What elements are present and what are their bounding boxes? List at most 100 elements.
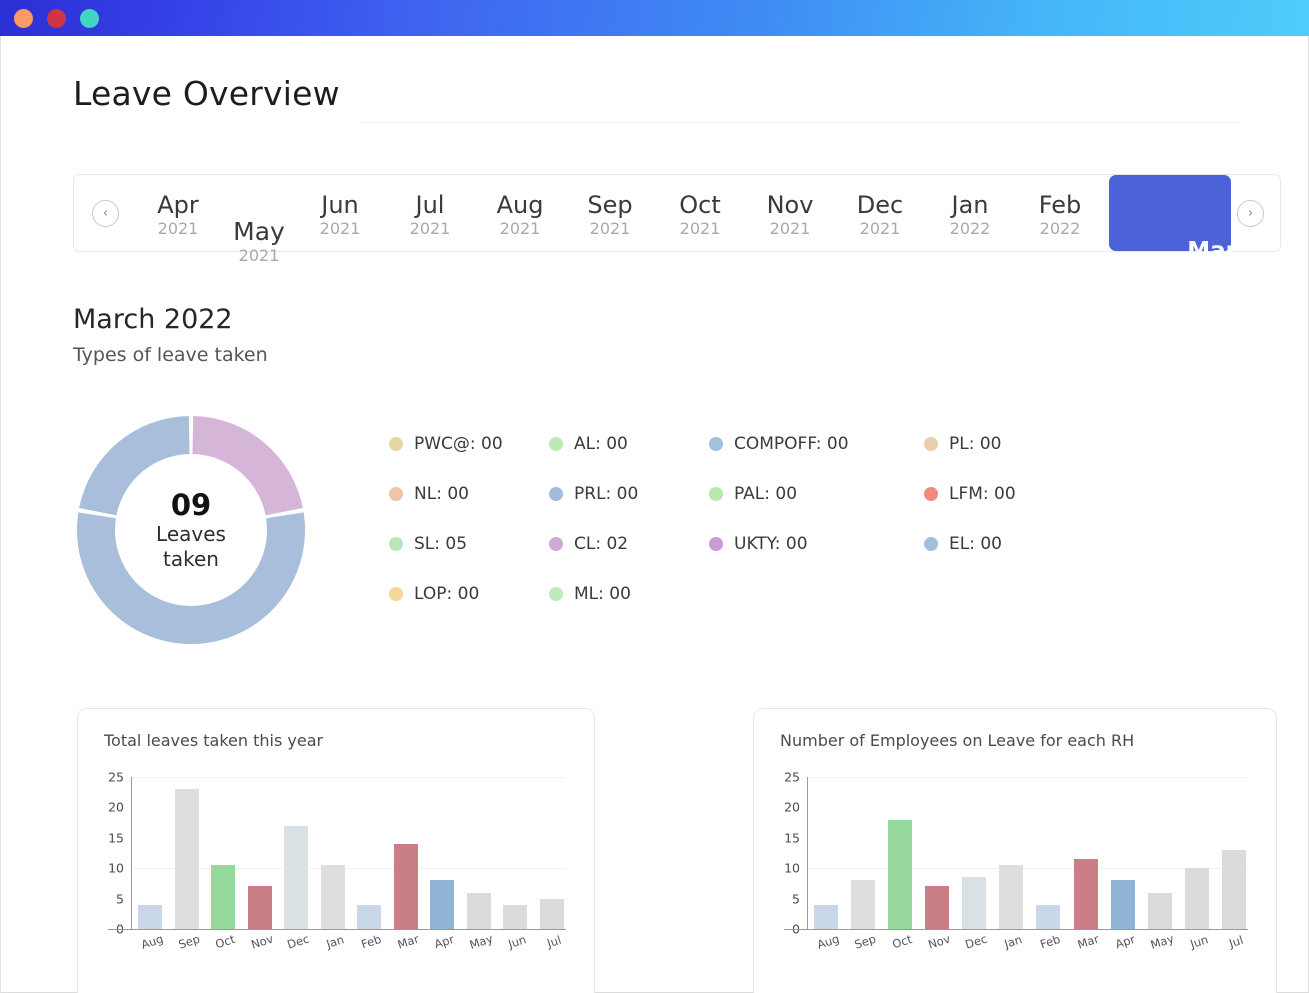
bar-feb[interactable] [1036, 904, 1061, 929]
month-item-jul[interactable]: Jul 2021 [385, 175, 475, 239]
legend-label: CL: 02 [574, 534, 629, 554]
bar-jun[interactable] [503, 904, 528, 929]
month-list: Apr 2021 May 2021 Jun 2021 Jul 2021 Aug 2021 Sep 20… [119, 175, 1237, 265]
month-item-dec[interactable]: Dec 2021 [835, 175, 925, 239]
donut-segment-other[interactable] [79, 416, 190, 516]
x-tick-label: Nov [926, 931, 953, 952]
x-tick-label: Aug [139, 931, 166, 952]
month-item-jun[interactable]: Jun 2021 [295, 175, 385, 239]
legend-label: UKTY: 00 [734, 534, 808, 554]
legend-dot-icon [549, 487, 563, 501]
legend-dot-icon [549, 437, 563, 451]
bar-oct[interactable] [888, 819, 913, 929]
month-item-may[interactable]: May 2021 [223, 175, 295, 266]
bar-mar[interactable] [1073, 859, 1098, 929]
bar-jan[interactable] [999, 865, 1024, 929]
bar-sep[interactable] [851, 880, 876, 929]
legend-item-compoff[interactable]: COMPOFF: 00 [709, 434, 924, 454]
legend-dot-icon [709, 487, 723, 501]
month-item-feb[interactable]: Feb 2022 [1015, 175, 1105, 239]
legend-item-cl[interactable]: CL: 02 [549, 534, 709, 554]
bar-apr[interactable] [1110, 880, 1135, 929]
month-selector: ‹ Apr 2021 May 2021 Jun 2021 Jul 2021 Aug 2021 Sep… [73, 174, 1281, 265]
month-item-aug[interactable]: Aug 2021 [475, 175, 565, 239]
x-tick-label: Aug [815, 931, 842, 952]
bar-mar[interactable] [393, 843, 418, 929]
employees-on-leave-card: Number of Employees on Leave for each RH… [753, 708, 1277, 993]
bar-may[interactable] [466, 892, 491, 929]
bar-sep[interactable] [174, 789, 199, 929]
x-axis-labels: Aug Sep Oct Nov Dec Jan Feb Mar Apr May Jun Jul [138, 931, 564, 952]
x-tick-label: Jul [545, 932, 563, 951]
legend-item-prl[interactable]: PRL: 00 [549, 484, 709, 504]
x-tick-label: Oct [890, 931, 914, 952]
month-item-jan[interactable]: Jan 2022 [925, 175, 1015, 239]
month-label: Apr [157, 191, 199, 219]
x-tick-label: Jul [1227, 932, 1245, 951]
month-label: Jul [415, 191, 445, 219]
bar-dec[interactable] [284, 825, 309, 929]
bar-apr[interactable] [430, 880, 455, 929]
x-tick-label: Jun [506, 932, 529, 952]
month-item-apr[interactable]: Apr 2021 [133, 175, 223, 239]
y-tick-label: 25 [784, 769, 800, 785]
legend-item-pal[interactable]: PAL: 00 [709, 484, 924, 504]
y-axis: 0510152025 [774, 770, 804, 937]
year-label: 2021 [238, 246, 280, 266]
legend-label: EL: 00 [949, 534, 1002, 554]
legend-item-el[interactable]: EL: 00 [924, 534, 1069, 554]
legend-label: PWC@: 00 [414, 434, 503, 454]
bar-jul[interactable] [539, 898, 564, 929]
x-tick-label: Apr [432, 931, 457, 952]
x-tick-label: May [1148, 931, 1176, 952]
bar-jul[interactable] [1221, 849, 1246, 929]
month-item-sep[interactable]: Sep 2021 [565, 175, 655, 239]
month-item-mar[interactable]: Mar [1109, 175, 1237, 263]
bar-column [1221, 777, 1246, 929]
year-label: 2021 [589, 219, 631, 239]
chevron-right-icon[interactable]: › [1237, 199, 1264, 227]
bar-jun[interactable] [1184, 868, 1209, 929]
month-label: Nov [766, 191, 814, 219]
legend-item-pwc[interactable]: PWC@: 00 [389, 434, 549, 454]
legend-item-ml[interactable]: ML: 00 [549, 584, 709, 604]
donut-segment-cl[interactable] [192, 416, 303, 516]
bar-aug[interactable] [814, 904, 838, 929]
legend-item-al[interactable]: AL: 00 [549, 434, 709, 454]
month-item-nov[interactable]: Nov 2021 [745, 175, 835, 239]
x-axis-line [108, 929, 566, 930]
legend-dot-icon [389, 537, 403, 551]
bar-feb[interactable] [357, 904, 382, 929]
bar-oct[interactable] [211, 865, 236, 929]
month-label: Oct [679, 191, 721, 219]
legend-label: AL: 00 [574, 434, 628, 454]
month-label: Jan [951, 191, 989, 219]
maximize-dot-icon[interactable] [80, 8, 99, 28]
legend-item-lop[interactable]: LOP: 00 [389, 584, 549, 604]
legend-item-lfm[interactable]: LFM: 00 [924, 484, 1069, 504]
bar-group [138, 777, 564, 929]
minimize-dot-icon[interactable] [47, 8, 66, 28]
page-title: Leave Overview [73, 74, 340, 113]
bar-nov[interactable] [247, 886, 272, 929]
month-item-oct[interactable]: Oct 2021 [655, 175, 745, 239]
legend-item-sl[interactable]: SL: 05 [389, 534, 549, 554]
donut-segment-sl[interactable] [76, 512, 305, 645]
chevron-left-icon[interactable]: ‹ [92, 199, 119, 227]
legend-item-pl[interactable]: PL: 00 [924, 434, 1069, 454]
legend-item-nl[interactable]: NL: 00 [389, 484, 549, 504]
legend-item-ukty[interactable]: UKTY: 00 [709, 534, 924, 554]
year-label: 2021 [409, 219, 451, 239]
bar-column [284, 777, 309, 929]
bar-nov[interactable] [925, 886, 950, 929]
bar-may[interactable] [1147, 892, 1172, 929]
month-label: Mar [1187, 237, 1237, 264]
legend-label: LOP: 00 [414, 584, 480, 604]
bar-dec[interactable] [962, 877, 987, 929]
close-dot-icon[interactable] [14, 8, 33, 28]
x-tick-label: Feb [1038, 931, 1063, 952]
bar-jan[interactable] [320, 865, 345, 929]
bar-aug[interactable] [138, 904, 162, 929]
month-label: Feb [1038, 191, 1082, 219]
x-tick-label: Oct [213, 931, 237, 952]
